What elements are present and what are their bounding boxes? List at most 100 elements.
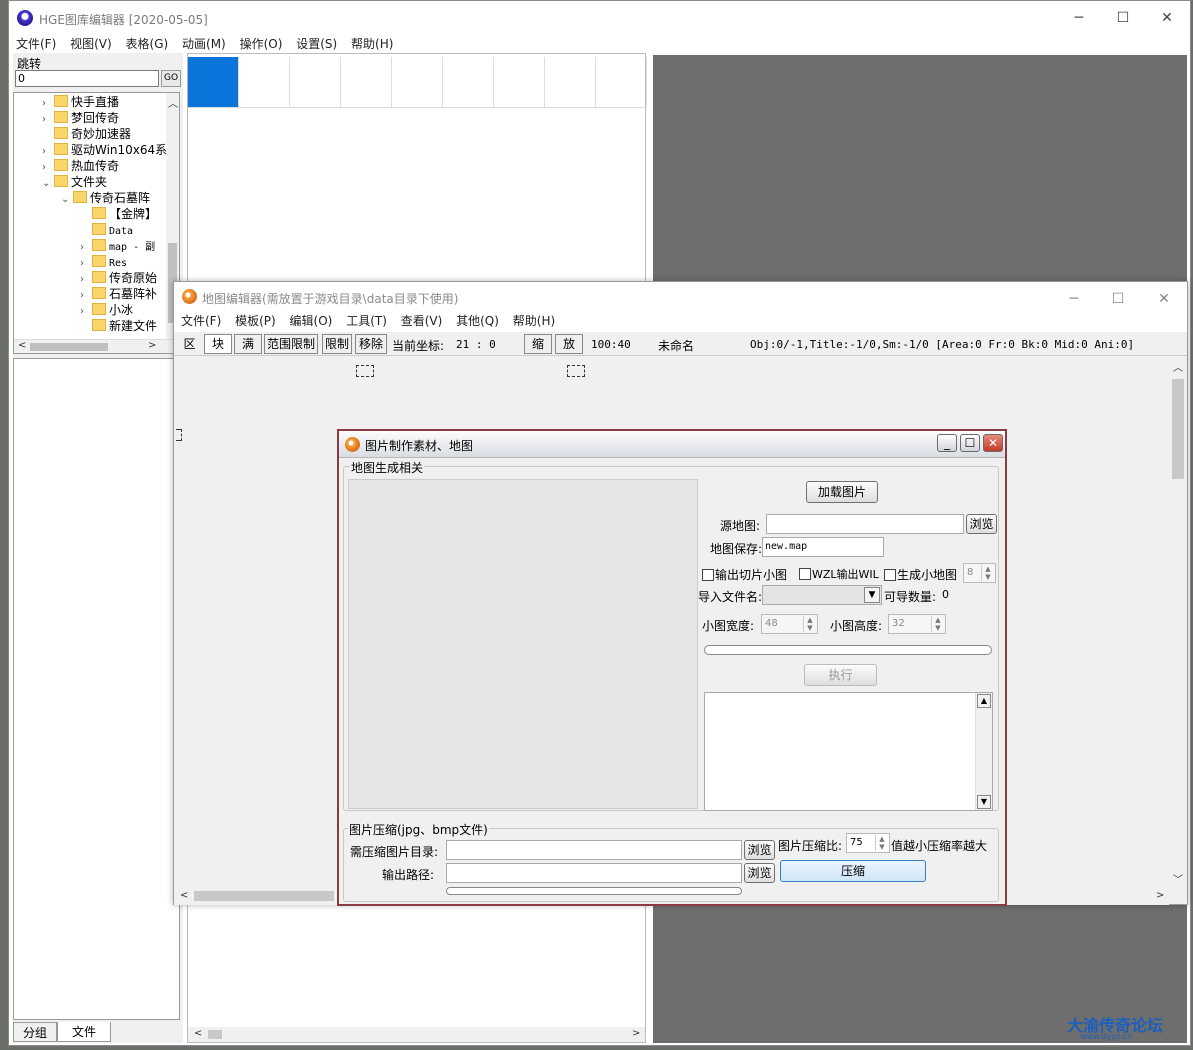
source-map-input[interactable] — [766, 514, 964, 534]
minimap-spinner[interactable]: 8 ▲ ▼ — [963, 563, 996, 583]
tile-cell[interactable] — [392, 57, 443, 108]
range-limit-button[interactable]: 范围限制 — [264, 334, 318, 354]
tab-file[interactable]: 文件 — [57, 1022, 111, 1042]
spinner-arrows-icon[interactable]: ▲ ▼ — [981, 565, 994, 581]
tree-node[interactable]: › map - 副 — [80, 238, 155, 254]
tile-cell[interactable] — [341, 57, 392, 108]
chevron-down-icon[interactable]: ⌄ — [42, 176, 54, 192]
menu-view[interactable]: 查看(V) — [401, 312, 443, 330]
minimize-icon[interactable]: ─ — [1064, 290, 1084, 308]
execute-button[interactable]: 执行 — [804, 664, 877, 686]
tree-node[interactable]: › 石墓阵补 — [80, 286, 157, 302]
compress-dir-input[interactable] — [446, 840, 742, 860]
source-browse-button[interactable]: 浏览 — [966, 514, 997, 534]
tile-cell[interactable] — [290, 57, 341, 108]
tree-node[interactable]: › Res — [80, 254, 127, 270]
import-filename-select[interactable]: ▼ — [762, 585, 882, 605]
tile-cell[interactable] — [494, 57, 545, 108]
folder-tree[interactable]: › 快手直播 › 梦回传奇 奇妙加速器 › 驱动Win10x64系 › 热血传奇 ⌄ 文件夹 ⌄ 传奇石… — [13, 92, 180, 354]
menu-operation[interactable]: 操作(O) — [240, 35, 283, 53]
tree-node[interactable]: › 小冰 — [80, 302, 133, 318]
chevron-down-icon[interactable]: ⌄ — [61, 192, 73, 208]
scroll-left-icon[interactable]: < — [194, 1028, 202, 1039]
tab-group[interactable]: 分组 — [13, 1022, 57, 1042]
menu-file[interactable]: 文件(F) — [16, 35, 56, 53]
maximize-icon[interactable]: ☐ — [960, 434, 980, 452]
spinner-arrows-icon[interactable]: ▲ ▼ — [803, 616, 816, 632]
scroll-thumb[interactable] — [208, 1030, 222, 1039]
grid-horizontal-scrollbar[interactable]: < > — [188, 1027, 645, 1042]
scroll-up-icon[interactable]: ▲ — [977, 694, 991, 708]
close-icon[interactable]: ✕ — [1154, 290, 1174, 308]
menu-view[interactable]: 视图(V) — [70, 35, 112, 53]
menu-table[interactable]: 表格(G) — [126, 35, 169, 53]
compress-ratio-spinner[interactable]: 75 ▲ ▼ — [846, 833, 890, 853]
scroll-right-icon[interactable]: > — [632, 1028, 640, 1039]
menu-file[interactable]: 文件(F) — [181, 312, 221, 330]
zoom-button[interactable]: 放 — [555, 334, 583, 354]
tree-node[interactable]: 新建文件 — [80, 318, 157, 334]
tree-node[interactable]: › 热血传奇 — [42, 158, 119, 174]
output-path-browse-button[interactable]: 浏览 — [744, 863, 775, 883]
scroll-right-icon[interactable]: > — [1156, 890, 1164, 901]
menu-animation[interactable]: 动画(M) — [182, 35, 226, 53]
scroll-up-icon[interactable]: ︿ — [168, 95, 178, 110]
tile-cell-selected[interactable] — [188, 57, 239, 108]
map-save-input[interactable]: new.map — [762, 537, 884, 557]
close-icon[interactable]: ✕ — [983, 434, 1003, 452]
file-list-panel[interactable] — [13, 358, 180, 1020]
maximize-icon[interactable]: ☐ — [1108, 290, 1128, 308]
compress-dir-browse-button[interactable]: 浏览 — [744, 840, 775, 860]
menu-help[interactable]: 帮助(H) — [351, 35, 393, 53]
shrink-button[interactable]: 缩 — [524, 334, 552, 354]
scroll-left-icon[interactable]: < — [180, 890, 188, 901]
go-button[interactable]: GO — [161, 70, 181, 87]
tree-node[interactable]: 奇妙加速器 — [42, 126, 131, 142]
log-textarea[interactable]: ▲ ▼ — [704, 692, 993, 811]
tree-horizontal-scrollbar[interactable]: < > — [14, 339, 179, 353]
spinner-arrows-icon[interactable]: ▲ ▼ — [875, 835, 888, 851]
block-button[interactable]: 块 — [204, 334, 232, 354]
chevron-down-icon[interactable]: ▼ — [864, 587, 880, 603]
tile-cell[interactable] — [239, 57, 290, 108]
tree-node[interactable]: › 梦回传奇 — [42, 110, 119, 126]
scroll-down-icon[interactable]: ﹀ — [1173, 871, 1183, 886]
minimap-checkbox[interactable]: 生成小地图 — [884, 566, 957, 583]
menu-template[interactable]: 模板(P) — [235, 312, 276, 330]
jump-input[interactable]: 0 — [15, 70, 159, 87]
output-path-input[interactable] — [446, 863, 742, 883]
minimize-icon[interactable]: _ — [937, 434, 957, 452]
tree-node[interactable]: › 传奇原始 — [80, 270, 157, 286]
scroll-right-icon[interactable]: > — [148, 340, 156, 351]
checkbox-icon[interactable] — [799, 568, 811, 580]
log-scrollbar[interactable]: ▲ ▼ — [975, 693, 992, 810]
menu-settings[interactable]: 设置(S) — [296, 35, 337, 53]
area-button[interactable]: 区 — [176, 334, 203, 354]
scroll-left-icon[interactable]: < — [18, 340, 26, 351]
tile-height-spinner[interactable]: 32 ▲ ▼ — [888, 614, 946, 634]
tree-node[interactable]: 【金牌】 — [80, 206, 157, 222]
limit-button[interactable]: 限制 — [322, 334, 352, 354]
menu-help[interactable]: 帮助(H) — [513, 312, 555, 330]
load-image-button[interactable]: 加载图片 — [806, 481, 878, 503]
remove-button[interactable]: 移除 — [355, 334, 387, 354]
tile-cell[interactable] — [443, 57, 494, 108]
scroll-thumb[interactable] — [194, 891, 334, 901]
map-vertical-scrollbar[interactable]: ︿ ﹀ — [1169, 357, 1187, 887]
scroll-up-icon[interactable]: ︿ — [1173, 359, 1183, 374]
tile-width-spinner[interactable]: 48 ▲ ▼ — [761, 614, 818, 634]
checkbox-icon[interactable] — [702, 569, 714, 581]
scroll-thumb[interactable] — [30, 343, 108, 351]
scroll-thumb[interactable] — [1172, 379, 1184, 479]
menu-other[interactable]: 其他(Q) — [456, 312, 499, 330]
tree-node[interactable]: Data — [80, 222, 133, 238]
fill-button[interactable]: 满 — [234, 334, 262, 354]
scroll-down-icon[interactable]: ▼ — [977, 795, 991, 809]
minimize-icon[interactable]: ─ — [1069, 9, 1089, 27]
wzl-output-checkbox[interactable]: WZL输出WIL — [799, 566, 879, 582]
menu-tools[interactable]: 工具(T) — [346, 312, 387, 330]
tile-cell[interactable] — [545, 57, 596, 108]
tree-node[interactable]: › 驱动Win10x64系 — [42, 142, 167, 158]
tree-node[interactable]: ⌄ 传奇石墓阵 — [61, 190, 150, 206]
output-slice-checkbox[interactable]: 输出切片小图 — [702, 566, 787, 583]
